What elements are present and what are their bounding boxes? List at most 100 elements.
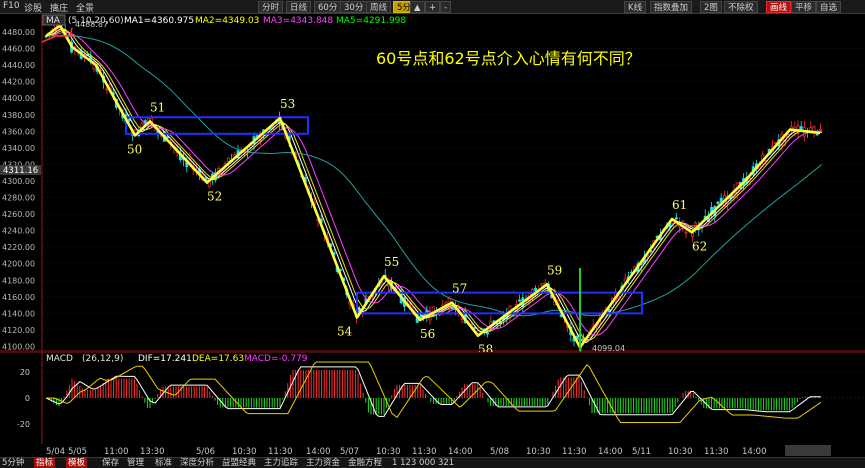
point-label-50: 50 [127, 142, 142, 156]
main-funds-tab[interactable]: 主力资金 [306, 458, 340, 468]
low-price-label: 4099.04 [592, 344, 625, 352]
time-axis-label: 5/07 [340, 447, 359, 457]
candle-body [674, 217, 678, 220]
price-axis-label: 4200.00 [2, 260, 35, 269]
price-axis-label: 4160.00 [2, 293, 35, 302]
period-tab-daily[interactable]: 日线 [286, 1, 312, 13]
point-label-54: 54 [337, 324, 353, 338]
price-axis-label: 4460.00 [2, 45, 35, 54]
macd-title[interactable]: MACD [46, 354, 73, 364]
period-tab-fenshi[interactable]: 分时 [258, 1, 284, 13]
candle-body [127, 118, 131, 122]
time-axis-label: 14:00 [306, 447, 331, 457]
menu-zhuang[interactable]: 擒庄 [50, 1, 68, 14]
price-axis-label: 4120.00 [2, 326, 35, 335]
time-axis-label: 11:30 [268, 447, 293, 457]
point-label-61: 61 [672, 198, 687, 212]
price-axis-label: 4380.00 [2, 111, 35, 120]
main-tracking-tab[interactable]: 主力追踪 [264, 458, 298, 468]
template-tab[interactable]: 模板 [66, 458, 88, 468]
current-price-value: 4311.16 [3, 166, 38, 176]
candle-body [684, 231, 688, 234]
remove-button[interactable]: - [440, 1, 452, 13]
price-axis-label: 4480.00 [2, 28, 35, 37]
candle-body [690, 232, 694, 237]
candle-body [818, 128, 822, 131]
candle-body [540, 283, 544, 286]
macd-value: MACD=-0.779 [244, 354, 308, 364]
time-axis: 5/04 5/05 11:00 13:30 5/06 10:30 11:30 14:00 5/0… [0, 444, 865, 457]
point-label-57: 57 [452, 282, 467, 296]
top-toolbar: F10 诊股 擒庄 全景 分时 日线 60分 30分 周线 5分 ▲ + - K… [0, 0, 865, 14]
point-label-56: 56 [420, 327, 435, 341]
price-axis-label: 4420.00 [2, 78, 35, 87]
save-button[interactable]: 保存 [102, 458, 119, 468]
f10-button[interactable]: F10 [3, 1, 20, 11]
time-axis-label: 14:00 [598, 447, 623, 457]
price-axis-label: 4340.00 [2, 144, 35, 153]
time-axis-label: 5/08 [490, 447, 509, 457]
index-overlay-dropdown[interactable]: 指数叠加 [650, 1, 693, 13]
macd-chart[interactable]: 20 0 -20 MACD (26,12,9) DIF=17.241 DEA=1… [0, 352, 865, 444]
period-tab-weekly[interactable]: 周线 [366, 1, 392, 13]
price-axis-label: 4260.00 [2, 210, 35, 219]
high-price-label: 4488.87 [75, 20, 108, 29]
no-exright-dropdown[interactable]: 不除权 [724, 1, 758, 13]
candle-body [716, 201, 720, 205]
time-axis-label: 5/11 [632, 447, 651, 457]
candle-body [799, 126, 803, 130]
ma-tag: MA [46, 16, 61, 26]
period-tab-30min[interactable]: 30分 [340, 1, 368, 13]
period-tab-60min[interactable]: 60分 [314, 1, 342, 13]
time-axis-label: 13:30 [140, 447, 165, 457]
yimeng-classic-tab[interactable]: 益盟经典 [222, 458, 256, 468]
price-axis-label: 4140.00 [2, 309, 35, 318]
ma3-value: MA3=4343.848 [263, 16, 333, 26]
status-numbers: 1 123 000 321 [392, 458, 455, 468]
bottom-toolbar: 5分钟 指标 模板 保存 管理 标准 深度分析 益盟经典 主力追踪 主力资金 金… [0, 457, 865, 468]
period-tab-5min-bottom[interactable]: 5分钟 [2, 458, 24, 468]
deep-analysis-tab[interactable]: 深度分析 [180, 458, 214, 468]
pan-button[interactable]: 平移 [791, 1, 817, 13]
price-axis-label: 4300.00 [2, 177, 35, 186]
time-axis-label: 10:30 [526, 447, 551, 457]
ma1-value: MA1=4360.975 [124, 16, 194, 26]
point-label-51: 51 [150, 100, 165, 114]
two-chart-dropdown[interactable]: 2图 [700, 1, 722, 13]
point-label-55: 55 [384, 255, 399, 269]
ma2-value: MA2=4349.03 [195, 16, 259, 26]
time-axis-label: 5/06 [196, 447, 215, 457]
macd-dea: DEA=17.63 [192, 354, 244, 364]
price-axis-label: 4440.00 [2, 61, 35, 70]
candle-body [460, 317, 464, 320]
candle-body [134, 128, 138, 132]
manage-button[interactable]: 管理 [127, 458, 144, 468]
period-up-arrow-icon[interactable]: ▲ [410, 1, 425, 13]
watchlist-dropdown[interactable]: 自选 [816, 1, 842, 13]
price-axis-label: 4220.00 [2, 243, 35, 252]
price-axis-label: 4100.00 [2, 342, 35, 351]
macd-dif: DIF=17.241 [138, 354, 192, 364]
menu-panorama[interactable]: 全景 [76, 1, 94, 14]
time-axis-label: 11:30 [412, 447, 437, 457]
time-axis-label: 10:30 [232, 447, 257, 457]
finance-equation-tab[interactable]: 金融方程 [348, 458, 382, 468]
time-axis-label: 14:00 [448, 447, 473, 457]
kline-dropdown[interactable]: K线 [624, 1, 647, 13]
candle-body [518, 299, 522, 302]
add-button[interactable]: + [425, 1, 441, 13]
price-axis-label: 4360.00 [2, 127, 35, 136]
indicator-tab[interactable]: 指标 [34, 458, 56, 468]
time-axis-label: 10:30 [668, 447, 693, 457]
menu-diagnose[interactable]: 诊股 [24, 1, 42, 14]
time-axis-label: 5/04 [46, 447, 65, 457]
price-chart[interactable]: 4480.00 4460.00 4440.00 4420.00 4400.00 4380.… [0, 14, 865, 352]
macd-axis-label: -20 [17, 420, 30, 429]
point-label-62: 62 [692, 239, 707, 253]
point-label-52: 52 [207, 190, 222, 204]
draw-line-button[interactable]: 画线 [766, 1, 792, 13]
standard-tab[interactable]: 标准 [155, 458, 172, 468]
time-axis-label: 5/05 [68, 447, 87, 457]
point-label-59: 59 [547, 263, 562, 277]
time-axis-label: 14:00 [742, 447, 767, 457]
